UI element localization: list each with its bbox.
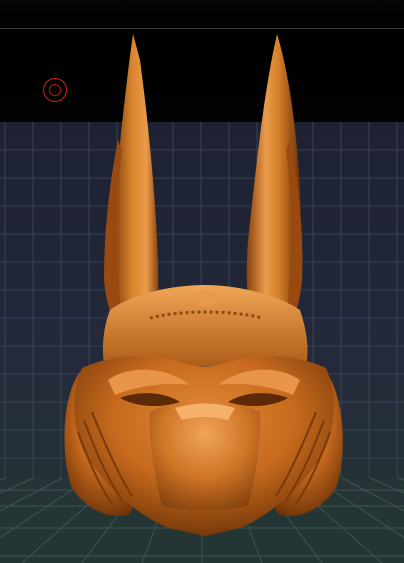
brush-cursor-inner-ring (49, 84, 61, 96)
brow-jewel (192, 290, 220, 306)
sculpt-viewport[interactable] (0, 0, 404, 563)
anubis-mask-model[interactable] (64, 34, 343, 536)
mask-snout (149, 401, 261, 511)
brush-cursor-icon (43, 78, 67, 102)
